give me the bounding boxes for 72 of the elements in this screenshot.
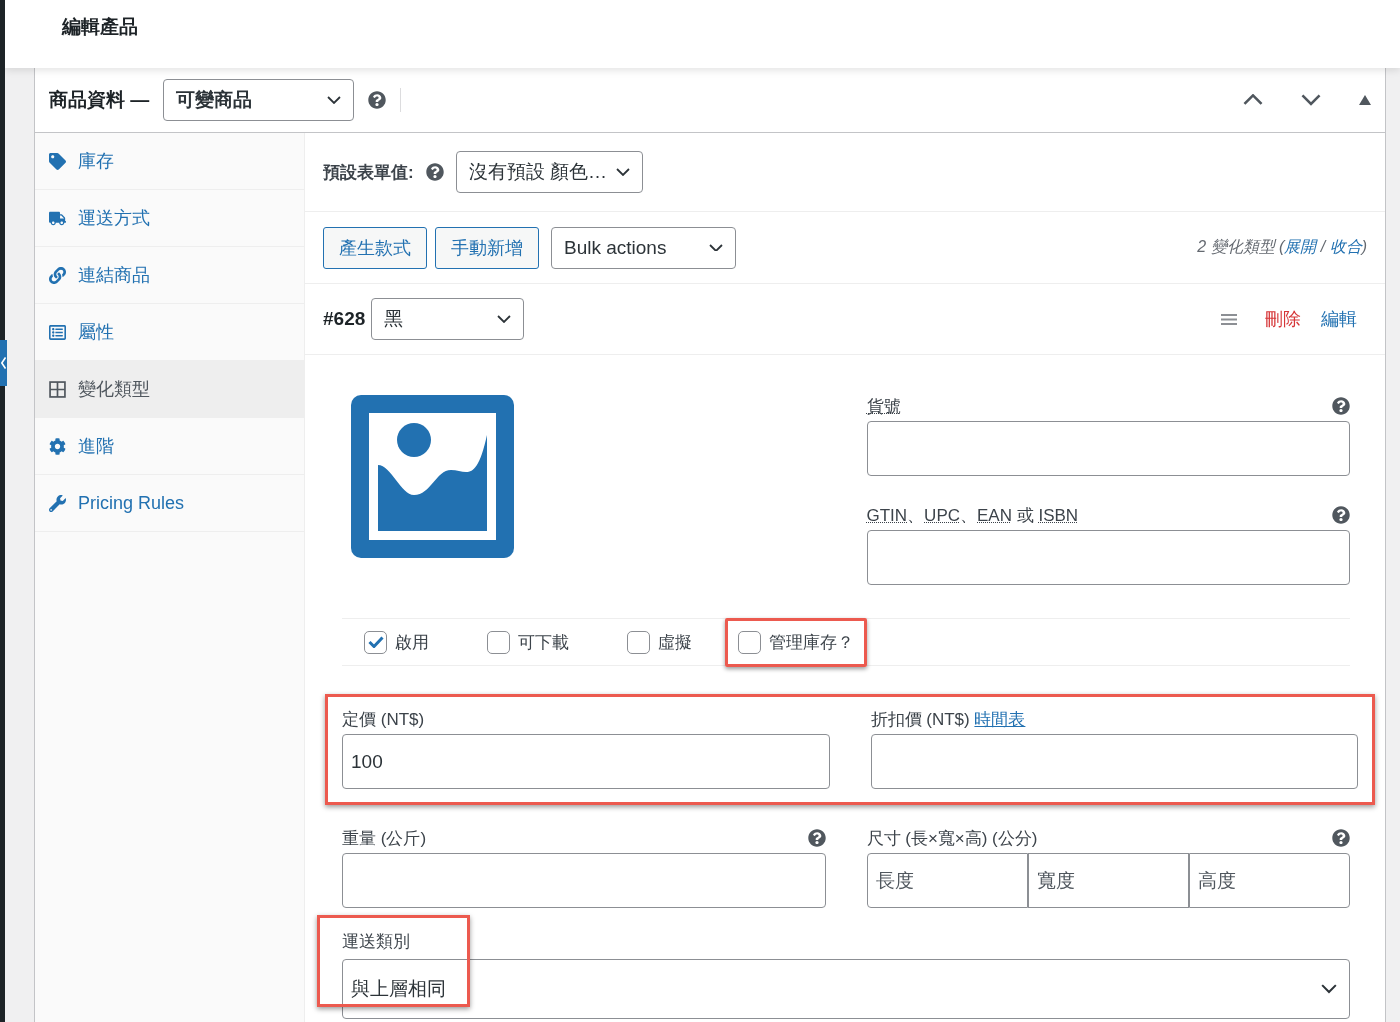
help-icon[interactable] [1332, 397, 1350, 415]
field-label: 運送類別 [342, 932, 410, 951]
collapse-tab[interactable] [0, 340, 7, 386]
bulk-actions-select[interactable]: Bulk actions [551, 226, 736, 269]
sidebar-item[interactable]: 運送方式 [35, 190, 304, 247]
help-icon[interactable] [807, 829, 826, 847]
help-icon[interactable] [1332, 829, 1350, 847]
field-label: 折扣價 (NT$) 時間表 [870, 708, 1026, 731]
edit-link[interactable]: 編輯 [1321, 307, 1357, 331]
page-title: 編輯產品 [62, 15, 138, 39]
input-field[interactable]: 長度 [866, 853, 1028, 908]
chevron-down-icon [1321, 984, 1337, 994]
chevron-left-icon [1, 357, 6, 369]
help-icon[interactable] [425, 163, 444, 181]
input-field[interactable]: 高度 [1188, 853, 1350, 908]
input-field[interactable] [866, 421, 1350, 476]
chevron-down-icon [327, 96, 342, 104]
collapse-link[interactable]: 收合 [1329, 238, 1362, 255]
delete-link[interactable]: 刪除 [1265, 307, 1301, 331]
check-icon [367, 636, 384, 648]
product-type-select[interactable]: 可變商品 [163, 79, 355, 121]
wrench-icon [49, 494, 66, 512]
link-icon [49, 266, 66, 284]
help-icon[interactable] [1332, 506, 1350, 524]
input-field[interactable] [866, 530, 1350, 585]
default-select[interactable]: 沒有預設 顏色… [455, 151, 643, 193]
panel-title: 商品資料 — [49, 88, 150, 112]
input-field[interactable] [870, 734, 1358, 789]
checkbox[interactable] [487, 630, 510, 654]
field-label: 尺寸 (長×寬×高) (公分) [866, 827, 1038, 850]
action-button[interactable]: 手動新增 [435, 226, 539, 269]
image-placeholder-icon [351, 395, 514, 558]
checkbox[interactable] [364, 630, 387, 654]
field-label: 預設表單值: [323, 161, 414, 184]
field-label: 重量 (公斤) [342, 827, 427, 850]
checkbox[interactable] [738, 630, 761, 654]
checkbox[interactable] [627, 630, 650, 654]
field-label: 定價 (NT$) [342, 708, 425, 731]
variation-id: #628 [323, 308, 366, 330]
checkbox-label: 啟用 [395, 631, 429, 654]
chevron-down-icon [615, 168, 630, 176]
checkbox-label: 管理庫存？ [769, 631, 854, 654]
sidebar-item[interactable]: Pricing Rules [35, 475, 304, 532]
action-button[interactable]: 產生款式 [323, 226, 427, 269]
sidebar-item[interactable]: 進階 [35, 418, 304, 475]
sidebar-item[interactable]: 連結商品 [35, 247, 304, 304]
input-field[interactable] [342, 853, 826, 908]
help-icon[interactable] [368, 91, 387, 109]
drag-handle-icon[interactable] [1221, 313, 1237, 325]
chevron-down-icon [497, 315, 512, 323]
tag-icon [49, 152, 66, 170]
input-field[interactable]: 寬度 [1027, 853, 1189, 908]
chevron-down-icon [709, 243, 723, 252]
triangle-up-icon[interactable] [1359, 95, 1371, 105]
chevron-down-icon[interactable] [1301, 94, 1321, 106]
truck-icon [49, 209, 66, 227]
grid-icon [49, 380, 66, 398]
checkbox-label: 可下載 [518, 631, 569, 654]
chevron-up-icon[interactable] [1243, 94, 1263, 106]
sidebar-item[interactable]: 庫存 [35, 133, 304, 190]
variation-option-select[interactable]: 黑 [371, 298, 525, 340]
field-label: 貨號 [866, 395, 901, 418]
checkbox-label: 虛擬 [658, 631, 692, 654]
field-label: GTIN、UPC、EAN 或 ISBN [866, 504, 1079, 527]
sidebar-item[interactable]: 變化類型 [35, 361, 304, 418]
schedule-link[interactable]: 時間表 [974, 709, 1026, 729]
shipping-class-select[interactable]: 與上層相同 [342, 959, 1350, 1019]
gear-icon [49, 437, 66, 455]
list-card-icon [49, 323, 66, 341]
input-field[interactable]: 100 [342, 734, 830, 789]
variation-count: 2 變化類型 (展開 / 收合) [1197, 237, 1367, 257]
expand-link[interactable]: 展開 [1284, 238, 1317, 255]
